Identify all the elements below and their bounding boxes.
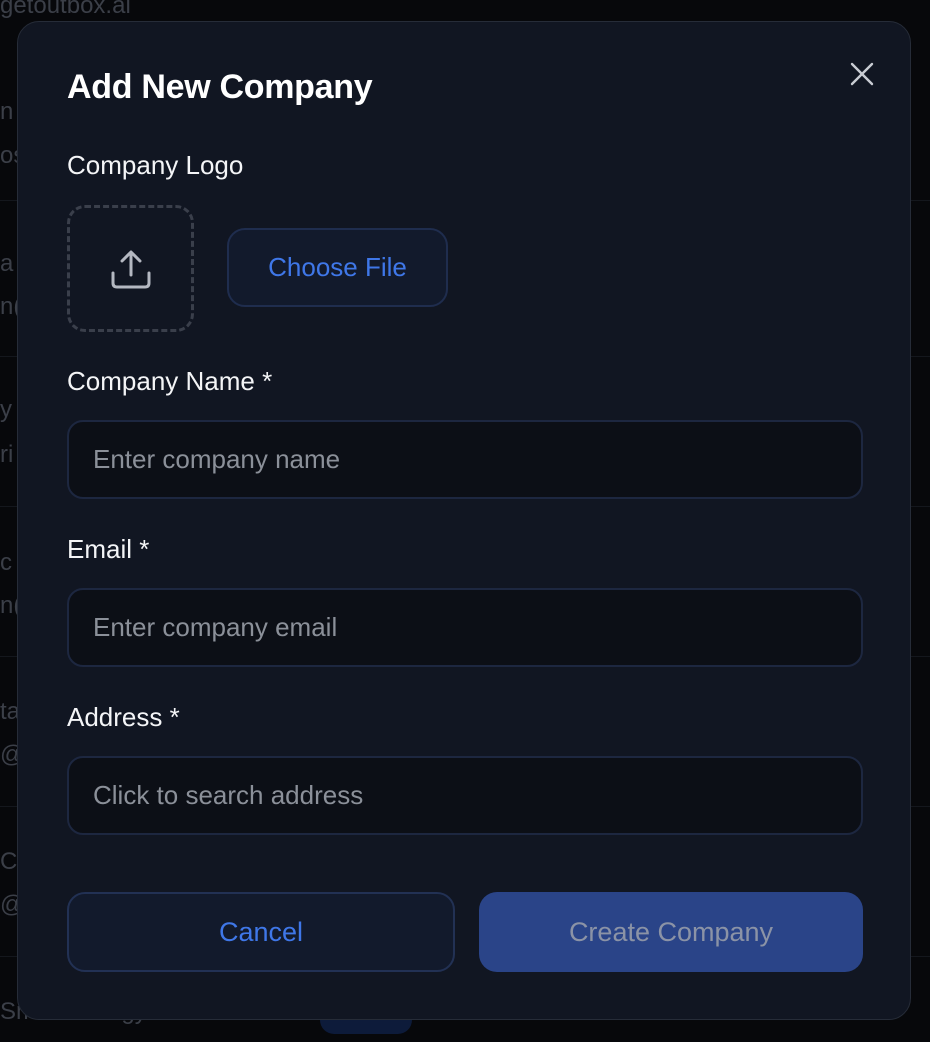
bg-text: n [0, 98, 14, 125]
bg-text: y [0, 396, 12, 423]
bg-text: getoutbox.ai [0, 0, 131, 19]
bg-text: a [0, 250, 14, 277]
add-company-modal: Add New Company Company Logo Choose File… [17, 21, 911, 1020]
cancel-button[interactable]: Cancel [67, 892, 455, 972]
logo-dropzone[interactable] [67, 205, 194, 332]
company-logo-label: Company Logo [67, 150, 244, 180]
bg-text: ri [0, 441, 14, 468]
email-input[interactable] [67, 588, 863, 667]
modal-title: Add New Company [67, 68, 373, 106]
create-company-button[interactable]: Create Company [479, 892, 863, 972]
address-label: Address * [67, 702, 180, 732]
address-search-input[interactable] [67, 756, 863, 835]
email-label: Email * [67, 534, 150, 564]
upload-icon [111, 250, 150, 288]
bg-text: c [0, 549, 12, 576]
company-name-label: Company Name * [67, 366, 273, 396]
close-button[interactable] [846, 58, 878, 90]
choose-file-button[interactable]: Choose File [227, 228, 448, 307]
close-icon [850, 62, 874, 86]
company-name-input[interactable] [67, 420, 863, 499]
